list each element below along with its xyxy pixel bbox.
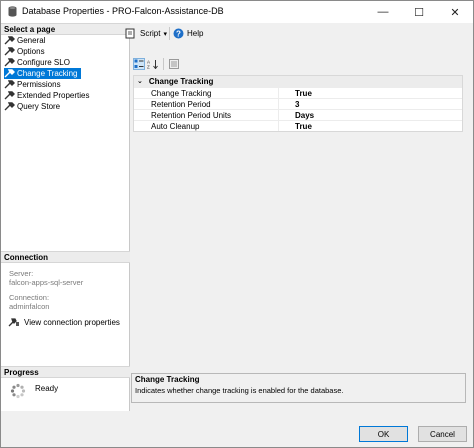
sidebar-item-permissions[interactable]: Permissions — [4, 79, 61, 90]
server-value: falcon-apps-sql-server — [9, 278, 84, 287]
category-label: Change Tracking — [148, 77, 214, 86]
wrench-icon — [4, 91, 15, 100]
sidebar-item-general[interactable]: General — [4, 35, 45, 46]
database-properties-window: Database Properties - PRO-Falcon-Assista… — [0, 0, 474, 448]
sidebar-item-label: Query Store — [17, 102, 61, 111]
wrench-icon — [4, 36, 15, 45]
property-row-retention-period-units[interactable]: Retention Period Units Days — [134, 109, 462, 120]
connection-value: adminfalcon — [9, 302, 50, 311]
description-title: Change Tracking — [135, 375, 200, 384]
property-row-change-tracking[interactable]: Change Tracking True — [134, 87, 462, 98]
script-label: Script — [140, 29, 161, 38]
connection-properties-icon — [8, 318, 19, 327]
help-button[interactable]: ? Help — [173, 28, 203, 39]
view-connection-properties-link[interactable]: View connection properties — [8, 317, 120, 327]
property-grid: ⌄ Change Tracking Change Tracking True R… — [133, 75, 463, 132]
sidebar-item-query-store[interactable]: Query Store — [4, 101, 60, 112]
connection-header: Connection — [1, 251, 130, 263]
property-name: Change Tracking — [134, 88, 279, 98]
help-label: Help — [187, 29, 204, 38]
progress-spinner-icon — [10, 383, 26, 399]
sidebar-item-label: Change Tracking — [17, 69, 78, 78]
svg-text:Z: Z — [147, 65, 150, 70]
sidebar-item-label: Extended Properties — [17, 91, 90, 100]
category-change-tracking[interactable]: ⌄ Change Tracking — [134, 76, 462, 87]
script-button[interactable]: Script ▾ — [125, 28, 167, 39]
property-pages-button[interactable] — [168, 58, 180, 70]
maximize-icon: ☐ — [414, 6, 424, 19]
sidebar-item-label: Options — [17, 47, 45, 56]
minimize-button[interactable]: — — [365, 1, 401, 23]
property-row-retention-period[interactable]: Retention Period 3 — [134, 98, 462, 109]
categorized-button[interactable] — [133, 58, 145, 70]
window-title: Database Properties - PRO-Falcon-Assista… — [22, 6, 224, 16]
toolbar: Script ▾ ? Help — [125, 23, 473, 43]
toolbar-divider — [169, 27, 170, 40]
view-connection-properties-label: View connection properties — [24, 317, 120, 327]
description-text: Indicates whether change tracking is ena… — [135, 386, 344, 395]
close-button[interactable]: ✕ — [437, 1, 473, 23]
sidebar-item-configure-slo[interactable]: Configure SLO — [4, 57, 70, 68]
maximize-button[interactable]: ☐ — [401, 1, 437, 23]
cancel-button[interactable]: Cancel — [418, 426, 467, 442]
svg-text:?: ? — [176, 29, 181, 38]
help-icon: ? — [173, 28, 184, 39]
script-icon — [125, 28, 135, 39]
property-value[interactable]: Days — [279, 110, 314, 120]
sidebar-item-change-tracking[interactable]: Change Tracking — [4, 68, 82, 79]
wrench-icon — [4, 58, 15, 67]
property-value[interactable]: 3 — [279, 99, 299, 109]
collapse-chevron-icon[interactable]: ⌄ — [137, 76, 143, 87]
wrench-icon — [4, 47, 15, 56]
server-label: Server: — [9, 269, 34, 278]
database-icon — [8, 6, 17, 17]
property-row-auto-cleanup[interactable]: Auto Cleanup True — [134, 120, 462, 131]
property-pages-icon — [169, 59, 179, 69]
property-name: Auto Cleanup — [134, 121, 279, 131]
alphabetical-button[interactable]: A Z — [147, 58, 159, 70]
property-value[interactable]: True — [279, 121, 312, 131]
sort-az-icon: A Z — [147, 60, 158, 70]
select-page-header: Select a page — [1, 23, 130, 35]
progress-status: Ready — [35, 384, 59, 393]
property-name: Retention Period Units — [134, 110, 279, 120]
connection-label: Connection: — [9, 293, 50, 302]
wrench-icon — [4, 102, 15, 111]
wrench-icon — [4, 80, 15, 89]
grid-toolbar: A Z — [133, 58, 180, 70]
sidebar: Select a page General Options Configure … — [1, 23, 130, 411]
close-icon: ✕ — [450, 6, 460, 19]
sidebar-item-label: Configure SLO — [17, 58, 70, 67]
sidebar-item-label: Permissions — [17, 80, 61, 89]
property-name: Retention Period — [134, 99, 279, 109]
minimize-icon: — — [377, 6, 389, 18]
sidebar-item-options[interactable]: Options — [4, 46, 45, 57]
progress-header: Progress — [1, 366, 130, 378]
chevron-down-icon: ▾ — [163, 30, 167, 38]
categorized-icon — [134, 59, 144, 68]
title-bar: Database Properties - PRO-Falcon-Assista… — [1, 1, 473, 23]
property-description-panel: Change Tracking Indicates whether change… — [131, 373, 466, 403]
wrench-icon — [4, 69, 15, 78]
property-value[interactable]: True — [279, 88, 312, 98]
sidebar-item-label: General — [17, 36, 46, 45]
grid-toolbar-divider — [163, 58, 164, 70]
sidebar-item-extended-properties[interactable]: Extended Properties — [4, 90, 90, 101]
ok-button[interactable]: OK — [359, 426, 408, 442]
